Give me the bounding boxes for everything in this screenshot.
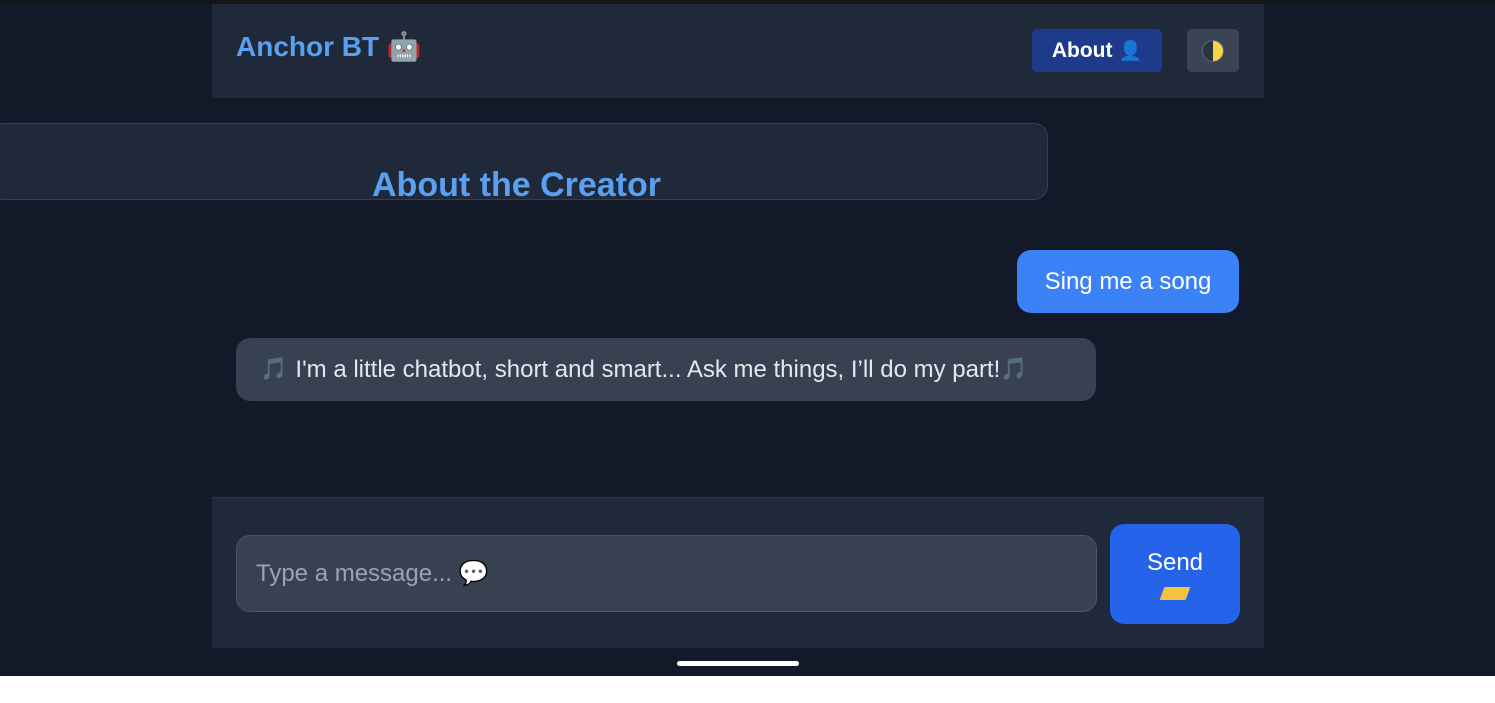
about-button[interactable]: About 👤 [1032, 29, 1162, 72]
send-button[interactable]: Send [1110, 524, 1240, 624]
app-title-text: Anchor BT [236, 31, 380, 62]
bot-message-text: I'm a little chatbot, short and smart...… [295, 355, 1001, 383]
music-note-icon: 🎵 [260, 357, 288, 382]
app-title: Anchor BT 🤖 [236, 30, 422, 63]
user-message-text: Sing me a song [1044, 267, 1212, 295]
message-input[interactable] [236, 535, 1097, 612]
user-message-bubble: Sing me a song [1017, 250, 1239, 313]
about-button-label: About [1051, 38, 1113, 62]
about-creator-title: About the Creator [372, 166, 661, 204]
theme-toggle-button[interactable] [1187, 29, 1239, 72]
bot-message-bubble: 🎵 I'm a little chatbot, short and smart.… [236, 338, 1096, 401]
message-composer: Send [212, 497, 1264, 648]
app-header: Anchor BT 🤖 About 👤 [212, 4, 1264, 98]
chat-app-screen: Anchor BT 🤖 About 👤 About the Creator Si… [0, 0, 1495, 676]
envelope-icon [1159, 586, 1191, 600]
half-moon-icon [1202, 39, 1224, 62]
send-button-label: Send [1146, 548, 1204, 576]
home-indicator[interactable] [677, 661, 799, 666]
music-note-icon: 🎵 [1000, 357, 1028, 382]
robot-icon: 🤖 [386, 30, 422, 63]
user-icon: 👤 [1118, 40, 1143, 62]
